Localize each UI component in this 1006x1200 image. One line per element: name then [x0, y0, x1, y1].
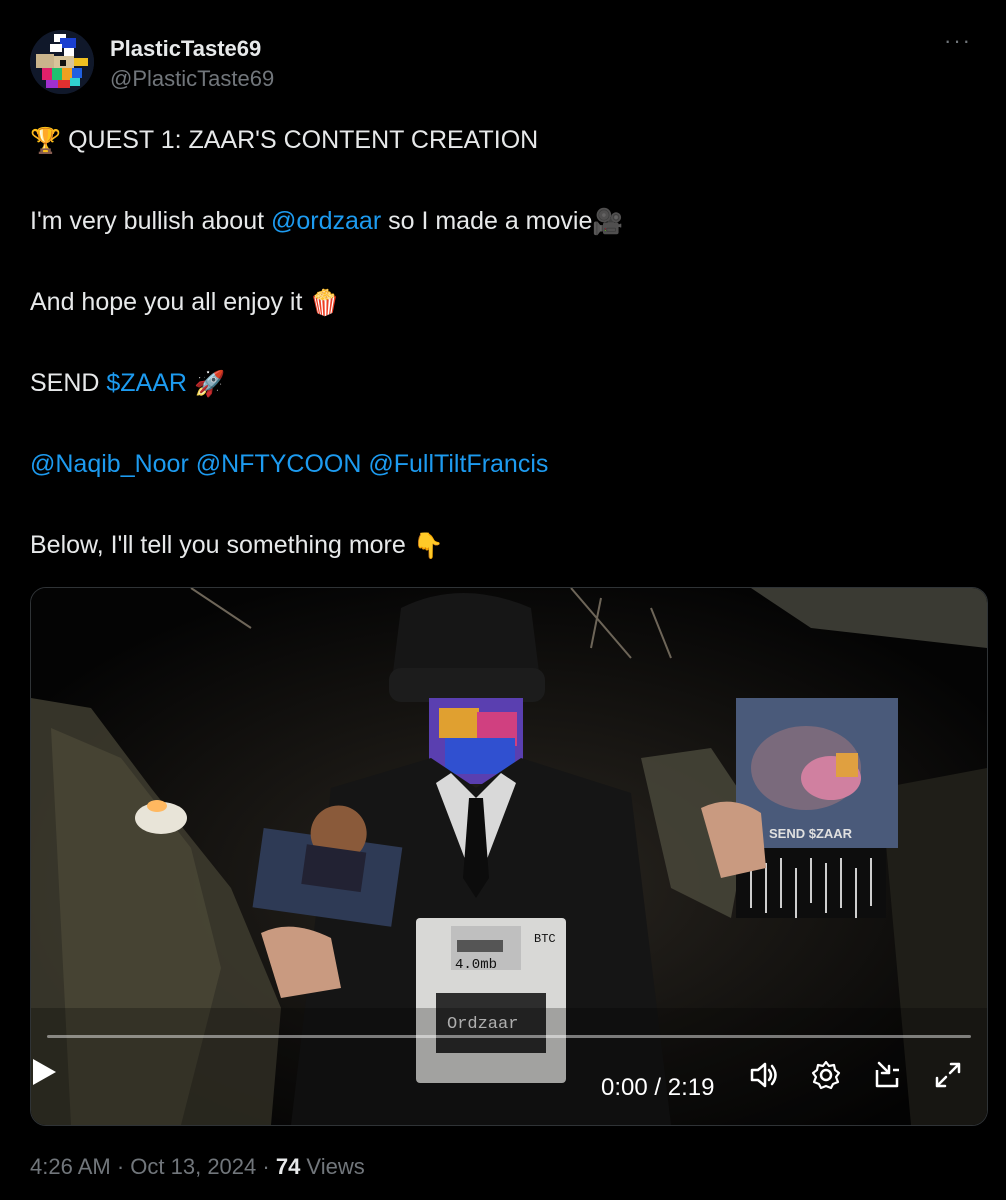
fullscreen-icon[interactable] — [931, 1058, 965, 1092]
tweet-line-mentions: @Naqib_Noor @NFTYCOON @FullTiltFrancis — [30, 446, 976, 482]
video-player[interactable]: 4.0mb BTC Ordzaar SEND $ZAAR 0:00 / 2:19 — [30, 587, 988, 1126]
pop-out-icon[interactable] — [871, 1058, 905, 1092]
video-controls: 0:00 / 2:19 — [31, 1058, 987, 1114]
text-segment: I'm very bullish about — [30, 207, 271, 235]
meta-separator: · — [256, 1154, 276, 1179]
views-count[interactable]: 74 — [276, 1154, 300, 1179]
volume-icon[interactable] — [747, 1058, 781, 1092]
tweet-header: PlasticTaste69 @PlasticTaste69 ··· — [30, 28, 976, 100]
mention-link-fulltiltfrancis[interactable]: @FullTiltFrancis — [368, 450, 548, 478]
popcorn-icon: 🍿 — [309, 289, 341, 318]
mention-link-ordzaar[interactable]: @ordzaar — [271, 207, 381, 235]
more-options-button[interactable]: ··· — [940, 30, 976, 58]
video-time: 0:00 / 2:19 — [601, 1074, 715, 1101]
avatar-pixel-art-icon — [30, 30, 94, 94]
tweet-line-enjoy: And hope you all enjoy it 🍿 — [30, 284, 976, 320]
text-segment: SEND — [30, 369, 107, 397]
cashtag-link-zaar[interactable]: $ZAAR — [106, 369, 187, 397]
floppy-tag-label: BTC — [534, 932, 556, 946]
play-icon[interactable] — [31, 1058, 57, 1086]
tweet-time[interactable]: 4:26 AM — [30, 1154, 111, 1179]
text-segment: Below, I'll tell you something more — [30, 531, 413, 559]
author-handle[interactable]: @PlasticTaste69 — [110, 66, 274, 92]
quest-title: QUEST 1: ZAAR'S CONTENT CREATION — [61, 126, 539, 154]
tweet-meta: 4:26 AM · Oct 13, 2024 · 74 Views — [30, 1154, 365, 1180]
mention-link-nftycoon[interactable]: @NFTYCOON — [196, 450, 362, 478]
video-frame: 4.0mb BTC Ordzaar SEND $ZAAR — [31, 588, 987, 1125]
meta-separator: · — [110, 1154, 131, 1179]
tweet-line-bullish: I'm very bullish about @ordzaar so I mad… — [30, 203, 976, 239]
mention-link-naqib[interactable]: @Naqib_Noor — [30, 450, 189, 478]
tweet-line-below: Below, I'll tell you something more 👇 — [30, 527, 976, 563]
tweet-line-quest: 🏆 QUEST 1: ZAAR'S CONTENT CREATION — [30, 122, 976, 158]
tweet-text: 🏆 QUEST 1: ZAAR'S CONTENT CREATION I'm v… — [30, 122, 976, 563]
floppy-size-label: 4.0mb — [455, 957, 497, 973]
more-icon: ··· — [944, 28, 972, 53]
video-progress-bar[interactable] — [47, 1035, 971, 1038]
pointing-down-icon: 👇 — [412, 532, 444, 561]
text-segment: so I made a movie — [381, 207, 593, 235]
views-label: Views — [300, 1154, 365, 1179]
avatar[interactable] — [30, 30, 94, 94]
tweet-date[interactable]: Oct 13, 2024 — [130, 1154, 256, 1179]
settings-icon[interactable] — [809, 1058, 843, 1092]
movie-camera-icon: 🎥 — [592, 208, 624, 237]
tweet-line-send: SEND $ZAAR 🚀 — [30, 365, 976, 401]
trophy-icon: 🏆 — [30, 127, 62, 156]
author-name[interactable]: PlasticTaste69 — [110, 36, 261, 62]
poster-caption: SEND $ZAAR — [769, 826, 853, 841]
rocket-icon: 🚀 — [193, 370, 226, 399]
text-segment: And hope you all enjoy it — [30, 288, 310, 316]
